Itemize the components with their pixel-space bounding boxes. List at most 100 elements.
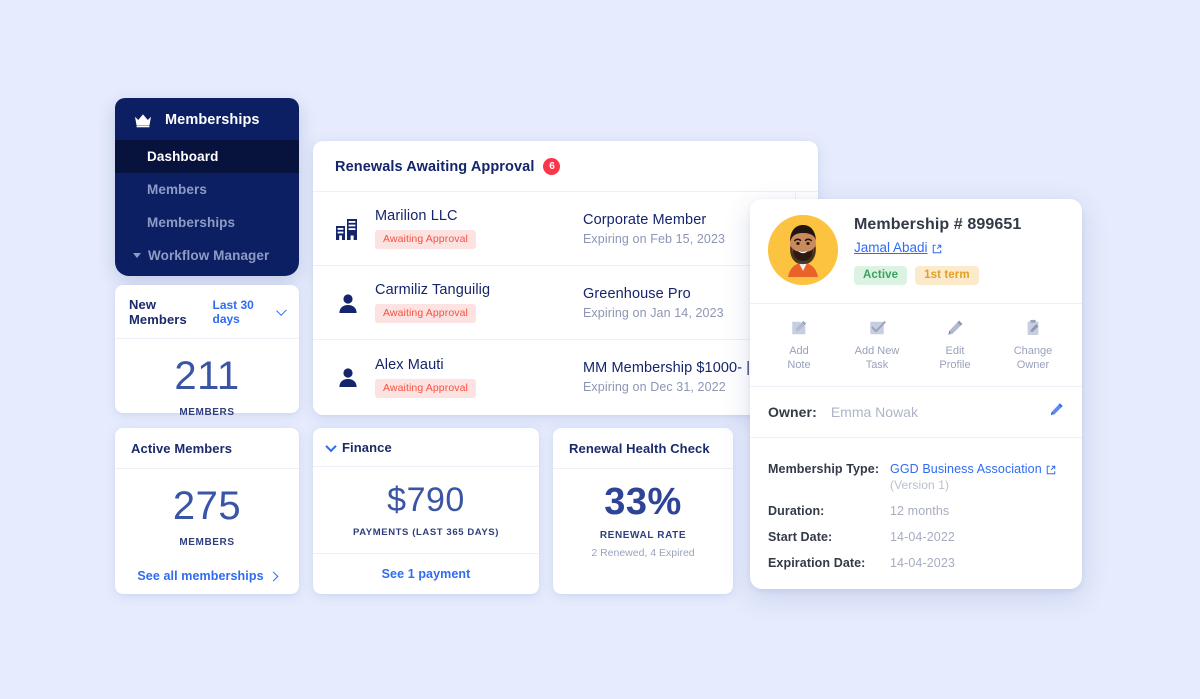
see-all-memberships-label: See all memberships [137,569,264,583]
action-line-1: Change [1013,345,1053,357]
status-tags: Active 1st term [854,265,1021,285]
renewal-rate-unit: RENEWAL RATE [599,530,687,541]
detail-value: 12 months [890,503,950,518]
renewals-awaiting-approval-panel: Renewals Awaiting Approval 6 Marilion LL… [313,141,818,415]
finance-body: $790 PAYMENTS (LAST 365 DAYS) [313,467,539,538]
new-members-value: 211 [174,354,240,398]
external-link-icon [932,242,942,254]
owner-label: Owner: [768,403,817,420]
pencil-icon [916,318,994,338]
add-note-icon [760,318,838,338]
crown-icon [133,112,153,128]
sidebar-item-label: Workflow Manager [148,248,270,263]
external-link-icon [1046,464,1056,474]
chevron-down-icon[interactable] [325,440,337,452]
action-line-1: Add [789,345,809,357]
table-row[interactable]: Marilion LLC Awaiting Approval Corporate… [313,192,818,266]
action-line-1: Add New [854,345,900,357]
sidebar-item-label: Memberships [147,215,236,230]
sidebar-item-memberships[interactable]: Memberships [115,206,299,239]
detail-key: Membership Type: [768,461,880,476]
action-line-2: Profile [939,358,971,371]
renewal-health-body: 33% RENEWAL RATE 2 Renewed, 4 Expired [553,469,733,559]
membership-type-link[interactable]: GGD Business Association [890,462,1056,476]
status-badge: Awaiting Approval [375,230,476,249]
date-range-label: Last 30 days [212,298,254,326]
see-payments-link[interactable]: See 1 payment [382,567,471,581]
new-members-unit: MEMBERS [179,407,235,418]
member-name: Marilion LLC [375,208,458,224]
action-line-1: Edit [945,345,965,357]
building-icon [313,217,375,241]
renewal-member: Carmiliz Tanguilig Awaiting Approval [375,282,583,323]
sidebar-item-workflow-manager[interactable]: Workflow Manager [115,239,299,272]
sidebar-item-label: Dashboard [147,149,219,164]
action-line-2: Task [865,358,889,371]
membership-detail-card: Membership # 899651 Jamal Abadi Active 1… [750,199,1082,589]
membership-details-list: Membership Type: GGD Business Associatio… [750,438,1082,590]
detail-value: 14-04-2023 [890,555,955,570]
table-row[interactable]: Alex Mauti Awaiting Approval MM Membersh… [313,340,818,414]
finance-title: Finance [342,440,392,455]
quick-actions: Add Note Add New Task Edit Profile Chang… [750,304,1082,387]
person-icon [313,291,375,315]
see-all-memberships-link[interactable]: See all memberships [131,569,283,583]
renewals-panel-header: Renewals Awaiting Approval 6 [313,141,818,192]
member-profile-link[interactable]: Jamal Abadi [854,240,942,255]
finance-card: Finance $790 PAYMENTS (LAST 365 DAYS) Se… [313,428,539,594]
renewals-count-badge: 6 [543,158,561,175]
renewal-rate-breakdown: 2 Renewed, 4 Expired [591,547,695,559]
active-members-value: 275 [172,484,242,528]
detail-key: Expiration Date: [768,555,866,570]
sidebar-item-members[interactable]: Members [115,173,299,206]
detail-key: Start Date: [768,529,833,544]
membership-type-version: (Version 1) [890,477,950,492]
active-members-title: Active Members [131,441,233,456]
add-note-button[interactable]: Add Note [760,318,838,373]
renewal-health-card-header: Renewal Health Check [553,428,733,469]
active-members-footer: See all memberships [115,558,299,594]
renewal-health-check-card: Renewal Health Check 33% RENEWAL RATE 2 … [553,428,733,594]
chevron-right-icon [268,571,279,581]
page-title: Membership # 899651 [854,215,1022,233]
finance-unit: PAYMENTS (LAST 365 DAYS) [352,527,500,538]
edit-profile-button[interactable]: Edit Profile [916,318,994,373]
new-members-card: New Members Last 30 days 211 MEMBERS [115,285,299,418]
add-new-task-button[interactable]: Add New Task [838,318,916,373]
pencil-icon [1049,402,1064,422]
action-line-2: Note [787,358,811,371]
active-members-body: 275 MEMBERS [115,469,299,548]
check-square-icon [838,318,916,338]
date-range-dropdown[interactable]: Last 30 days [212,298,287,326]
chevron-down-icon [276,305,287,316]
change-owner-button[interactable]: Change Owner [994,318,1072,373]
sidebar-item-dashboard[interactable]: Dashboard [115,140,299,173]
membership-identity: Membership # 899651 Jamal Abadi Active 1… [854,216,1021,285]
sidebar-brand-label: Memberships [165,112,260,128]
active-members-unit: MEMBERS [179,537,235,548]
finance-card-header[interactable]: Finance [313,428,539,467]
term-badge: 1st term [915,265,979,285]
dashboard-stage: Memberships Dashboard Members Membership… [0,0,1200,699]
edit-owner-button[interactable] [1049,402,1064,422]
detail-value: GGD Business Association (Version 1) [890,456,1064,498]
sidebar: Memberships Dashboard Members Membership… [115,98,299,276]
new-members-title: New Members [129,297,187,327]
caret-down-icon [133,253,141,258]
detail-value: 14-04-2022 [890,529,955,544]
detail-key: Duration: [768,503,825,518]
renewal-member: Marilion LLC Awaiting Approval [375,208,583,249]
finance-value: $790 [387,481,465,519]
membership-type-label: GGD Business Association [890,461,1042,476]
table-row[interactable]: Carmiliz Tanguilig Awaiting Approval Gre… [313,266,818,340]
renewal-rate-value: 33% [604,481,682,523]
status-badge: Awaiting Approval [375,378,476,398]
active-members-card: Active Members 275 MEMBERS See all membe… [115,428,299,594]
sidebar-brand: Memberships [115,98,299,140]
membership-detail-header: Membership # 899651 Jamal Abadi Active 1… [750,199,1082,304]
sidebar-item-label: Members [147,182,207,197]
status-badge: Awaiting Approval [375,304,476,323]
owner-value: Emma Nowak [830,403,918,420]
member-name: Alex Mauti [375,356,444,373]
new-members-body: 211 MEMBERS [115,339,299,418]
